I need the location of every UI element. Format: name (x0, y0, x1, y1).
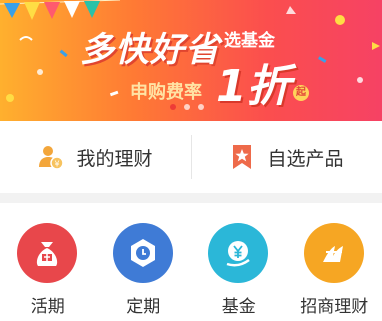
watchlist-button[interactable]: 自选产品 (191, 121, 382, 193)
hexagon-clock-icon (112, 223, 173, 283)
my-wealth-label: 我的理财 (76, 147, 153, 170)
banner-discount: 1折 (216, 61, 291, 112)
menu-label: 活期 (30, 297, 65, 317)
menu-item-fund[interactable]: 基金 (191, 203, 287, 321)
carousel-indicator[interactable] (170, 104, 204, 110)
menu-label: 招商理财 (300, 297, 369, 317)
menu-label: 基金 (221, 297, 256, 317)
user-coin-icon: ¥ (38, 144, 65, 170)
carousel-dot[interactable] (170, 104, 176, 110)
promo-banner[interactable]: 多快好省 选基金 申购费率 1折 起 (0, 0, 382, 121)
menu-item-demand[interactable]: 活期 (0, 203, 96, 321)
menu-item-cmb-wealth[interactable]: 招商理财 (287, 203, 382, 321)
carousel-dot[interactable] (198, 104, 204, 110)
banner-subtitle: 选基金 (224, 31, 275, 51)
money-bag-icon (17, 223, 77, 283)
yen-growth-icon (208, 223, 268, 283)
menu-label: 定期 (126, 297, 161, 317)
quick-links-bar: ¥ 我的理财 自选产品 (0, 121, 382, 193)
my-wealth-button[interactable]: ¥ 我的理财 (0, 121, 191, 193)
svg-text:¥: ¥ (55, 160, 60, 169)
banner-title: 多快好省 (80, 30, 220, 70)
bookmark-star-icon (229, 144, 255, 170)
banner-seal: 起 (293, 85, 309, 101)
cmb-logo-icon (303, 223, 364, 283)
banner-fee-text: 申购费率 (130, 82, 202, 103)
menu-item-fixed[interactable]: 定期 (96, 203, 192, 321)
product-menu: 活期 定期 基金 招商理财 (0, 203, 382, 321)
carousel-dot[interactable] (184, 104, 190, 110)
watchlist-label: 自选产品 (267, 147, 344, 170)
section-divider (0, 193, 382, 203)
